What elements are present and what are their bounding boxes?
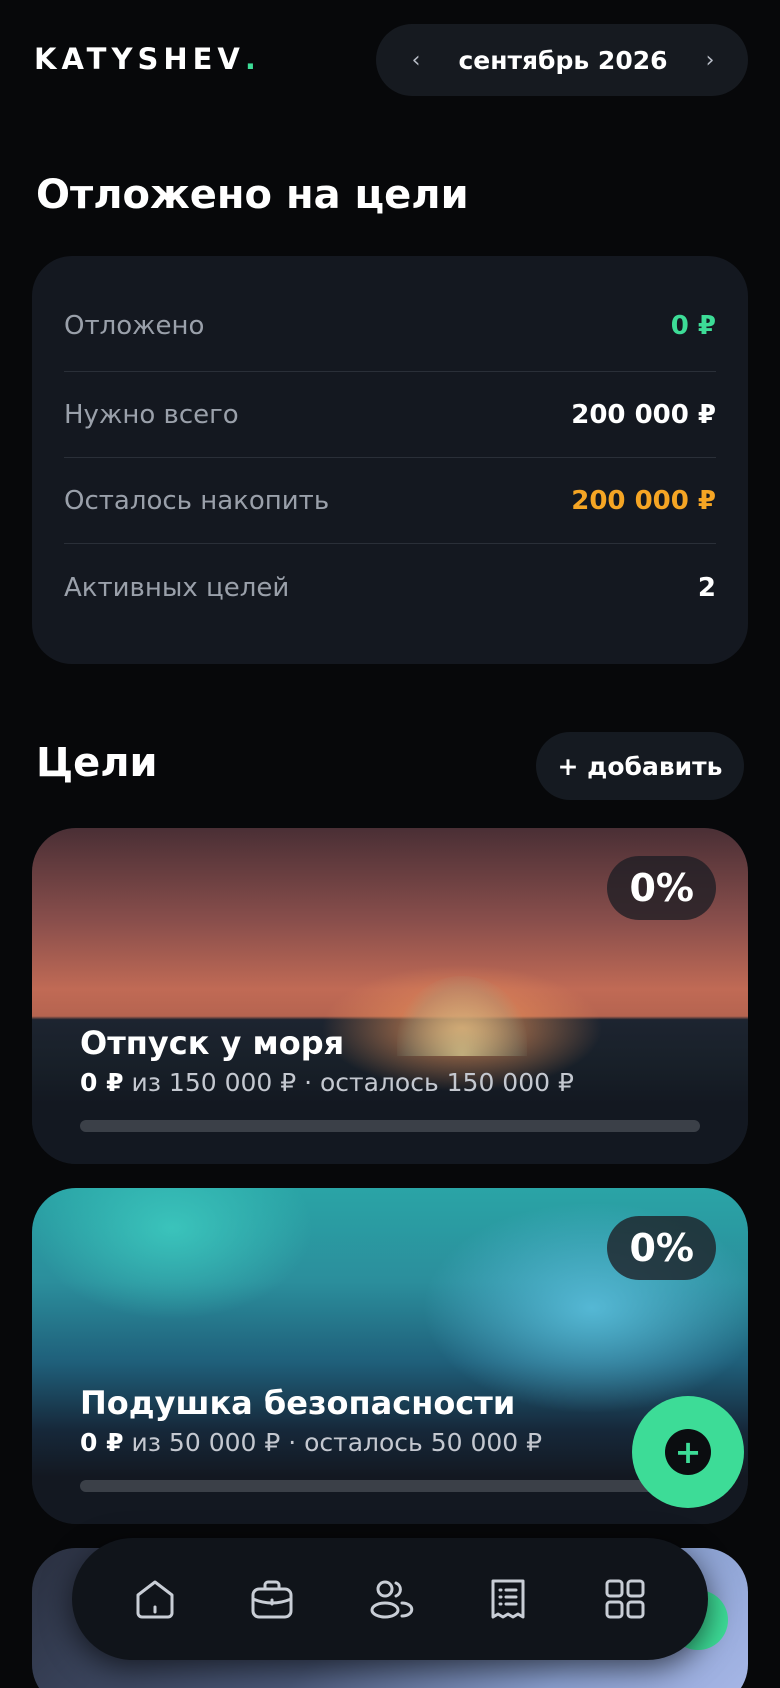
briefcase-icon xyxy=(251,1580,293,1619)
chevron-left-icon[interactable]: ‹ xyxy=(404,42,428,78)
summary-row-saved: Отложено 0 ₽ xyxy=(64,256,716,372)
month-label[interactable]: сентябрь 2026 xyxy=(458,46,667,75)
chevron-right-icon[interactable]: › xyxy=(698,42,722,78)
summary-label: Активных целей xyxy=(64,573,290,603)
tab-more[interactable] xyxy=(593,1567,657,1631)
goal-amounts: 0 ₽ из 150 000 ₽ · осталось 150 000 ₽ xyxy=(80,1068,574,1097)
summary-value: 0 ₽ xyxy=(670,310,716,341)
logo-text: KATYSHEV xyxy=(34,42,245,76)
summary-label: Осталось накопить xyxy=(64,485,330,516)
tab-transactions[interactable] xyxy=(476,1567,540,1631)
summary-value: 2 xyxy=(697,573,716,603)
bottom-tab-bar xyxy=(72,1538,708,1660)
summary-row-total-needed: Нужно всего 200 000 ₽ xyxy=(64,372,716,458)
summary-value: 200 000 ₽ xyxy=(571,399,716,430)
grid-icon xyxy=(605,1579,645,1619)
logo[interactable]: KATYSHEV. xyxy=(34,42,256,76)
goal-title: Отпуск у моря xyxy=(80,1024,345,1062)
summary-label: Нужно всего xyxy=(64,399,239,430)
month-switcher: ‹ сентябрь 2026 › xyxy=(376,24,748,96)
goal-amounts: 0 ₽ из 50 000 ₽ · осталось 50 000 ₽ xyxy=(80,1428,542,1457)
goal-saved-amount: 0 ₽ xyxy=(80,1068,124,1097)
summary-row-remaining: Осталось накопить 200 000 ₽ xyxy=(64,458,716,544)
logo-dot: . xyxy=(244,42,256,76)
summary-value: 200 000 ₽ xyxy=(571,485,716,516)
goal-target-remaining: из 150 000 ₽ · осталось 150 000 ₽ xyxy=(123,1068,574,1097)
tab-portfolio[interactable] xyxy=(240,1567,304,1631)
sunset-sun xyxy=(397,976,527,1056)
goal-saved-amount: 0 ₽ xyxy=(80,1428,124,1457)
users-icon xyxy=(370,1580,414,1619)
summary-row-active-goals: Активных целей 2 xyxy=(64,544,716,632)
tab-home[interactable] xyxy=(123,1567,187,1631)
tab-people[interactable] xyxy=(358,1567,422,1631)
goal-progress-bar xyxy=(80,1120,700,1132)
page-title: Отложено на цели xyxy=(36,172,469,218)
add-fab-button[interactable]: + xyxy=(632,1396,744,1508)
savings-summary-card: Отложено 0 ₽ Нужно всего 200 000 ₽ Остал… xyxy=(32,256,748,664)
goal-title: Подушка безопасности xyxy=(80,1384,516,1422)
receipt-list-icon xyxy=(491,1579,525,1619)
summary-label: Отложено xyxy=(64,310,205,341)
goal-card-vacation[interactable]: 0% Отпуск у моря 0 ₽ из 150 000 ₽ · оста… xyxy=(32,828,748,1164)
goal-progress-bar xyxy=(80,1480,700,1492)
goal-target-remaining: из 50 000 ₽ · осталось 50 000 ₽ xyxy=(123,1428,543,1457)
goal-percent-badge: 0% xyxy=(607,1216,716,1280)
home-icon xyxy=(136,1580,174,1619)
plus-icon: + xyxy=(665,1429,711,1475)
goal-percent-badge: 0% xyxy=(607,856,716,920)
app-header: KATYSHEV. ‹ сентябрь 2026 › xyxy=(0,0,780,124)
add-goal-button[interactable]: + добавить xyxy=(536,732,744,800)
goals-section-title: Цели xyxy=(36,740,158,786)
